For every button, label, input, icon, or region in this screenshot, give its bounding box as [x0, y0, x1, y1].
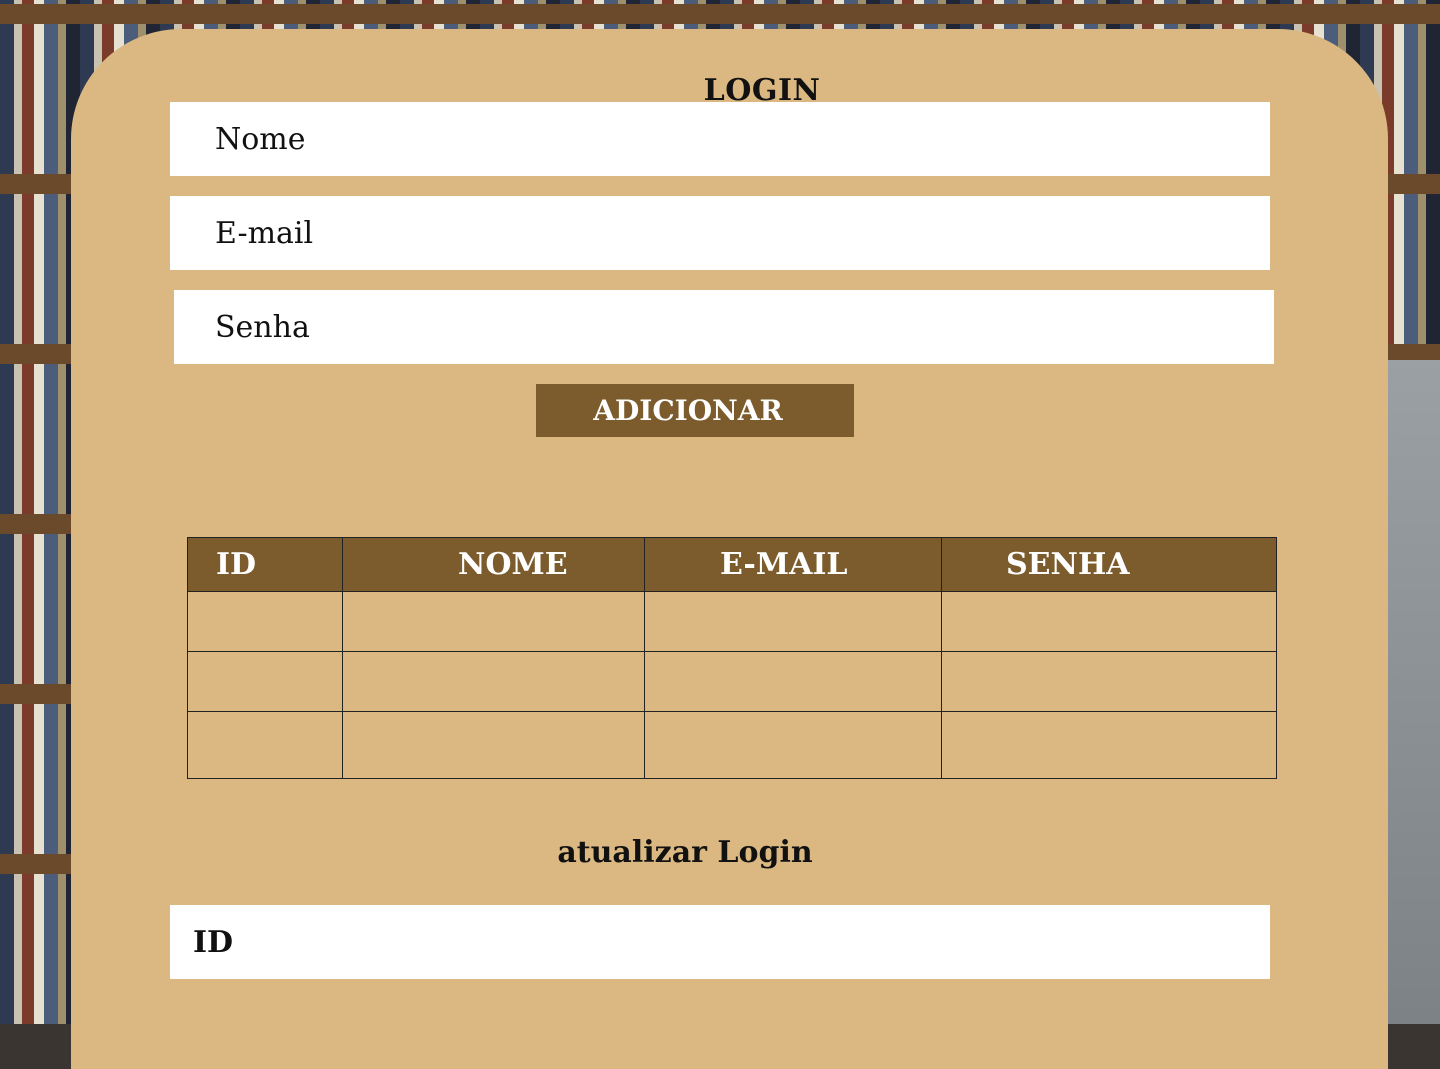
email-input[interactable]: E-mail	[170, 196, 1270, 270]
table-row	[187, 591, 1277, 652]
add-button[interactable]: ADICIONAR	[536, 384, 854, 437]
id-input[interactable]: ID	[170, 905, 1270, 979]
table-cell	[644, 711, 942, 779]
table-cell	[941, 591, 1277, 652]
table-cell	[187, 711, 343, 779]
table-cell	[187, 651, 343, 712]
update-section-title: atualizar Login	[557, 835, 813, 870]
table-cell	[644, 651, 942, 712]
column-header-nome: NOME	[342, 537, 645, 592]
table-cell	[342, 711, 645, 779]
table-row	[187, 651, 1277, 712]
column-header-senha: SENHA	[941, 537, 1277, 592]
table-cell	[342, 651, 645, 712]
logins-table: ID NOME E-MAIL SENHA	[187, 537, 1277, 779]
column-header-id: ID	[187, 537, 343, 592]
senha-input[interactable]: Senha	[174, 290, 1274, 364]
column-header-email: E-MAIL	[644, 537, 942, 592]
table-header-row: ID NOME E-MAIL SENHA	[187, 537, 1277, 592]
nome-input[interactable]: Nome	[170, 102, 1270, 176]
table-cell	[644, 591, 942, 652]
table-cell	[342, 591, 645, 652]
table-cell	[941, 651, 1277, 712]
table-row	[187, 711, 1277, 779]
table-cell	[187, 591, 343, 652]
table-cell	[941, 711, 1277, 779]
